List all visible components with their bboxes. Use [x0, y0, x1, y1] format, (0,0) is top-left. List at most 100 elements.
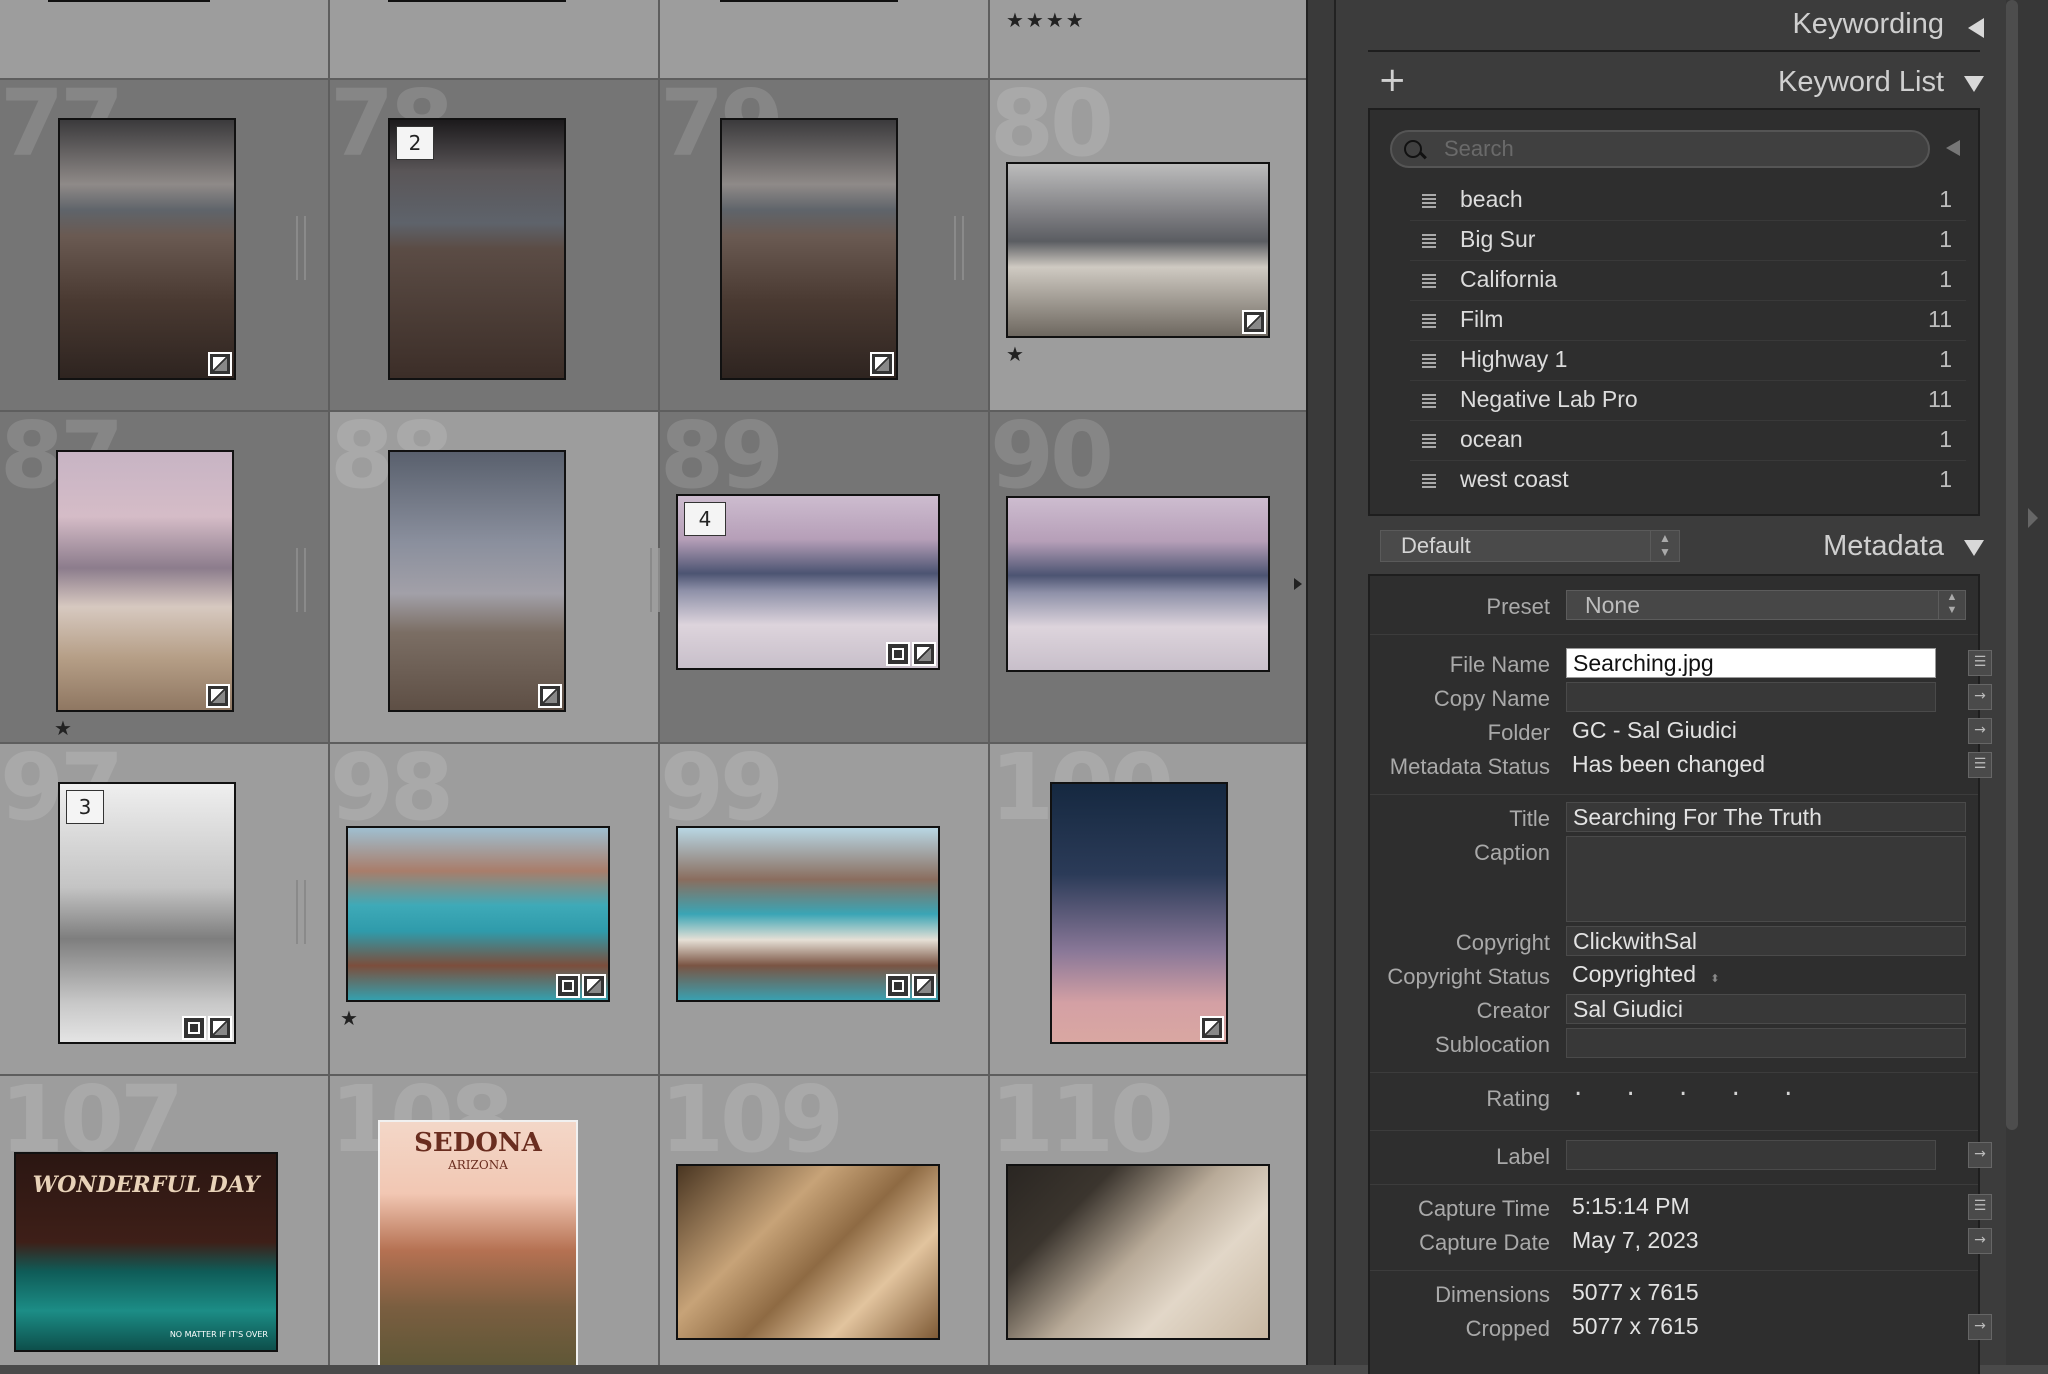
search-icon[interactable] [1404, 140, 1422, 158]
file-name-input[interactable]: Searching.jpg [1566, 648, 1936, 678]
grid-cell[interactable] [330, 0, 660, 80]
grid-cell-110[interactable]: 110 [990, 1066, 1306, 1365]
resize-handle[interactable] [650, 548, 660, 612]
thumbnail[interactable] [48, 0, 210, 2]
grid-cell-108[interactable]: 108 SEDONA ARIZONA [330, 1066, 660, 1365]
thumbnail[interactable] [1006, 162, 1270, 338]
copyright-status-select[interactable]: Copyrighted ⬍ [1566, 960, 1966, 990]
go-to-arrow-button[interactable]: → [1968, 1314, 1992, 1340]
grid-cell-87[interactable]: 87 ★ [0, 402, 330, 744]
collapse-search-icon[interactable] [1946, 140, 1960, 156]
list-action-button[interactable]: ☰ [1968, 650, 1992, 676]
rating-control[interactable]: . . . . . [1574, 1072, 1810, 1102]
thumbnail[interactable] [1006, 496, 1270, 672]
thumbnail[interactable] [58, 118, 236, 380]
grid-cell[interactable]: ★★★★ [990, 0, 1306, 80]
thumbnail[interactable] [720, 118, 898, 380]
grid-cell[interactable] [0, 0, 330, 80]
develop-adjust-icon[interactable] [538, 684, 562, 708]
list-action-button[interactable]: ☰ [1968, 752, 1992, 778]
grid-cell-97[interactable]: 97 3 [0, 734, 330, 1076]
develop-adjust-icon[interactable] [912, 974, 936, 998]
grid-cell-79[interactable]: 79 [660, 70, 990, 412]
grid-cell-89[interactable]: 89 4 [650, 402, 990, 744]
grid-cell-90[interactable]: 90 [990, 402, 1306, 744]
develop-adjust-icon[interactable] [912, 642, 936, 666]
keyword-row[interactable]: ocean 1 [1410, 420, 1966, 461]
keywording-header[interactable]: Keywording [1336, 4, 2006, 48]
thumbnail[interactable]: SEDONA ARIZONA [378, 1120, 578, 1365]
keyword-row[interactable]: Negative Lab Pro 11 [1410, 380, 1966, 421]
stack-count-badge[interactable]: 4 [684, 502, 726, 536]
keyword-search-input[interactable]: Search [1390, 130, 1930, 168]
add-keyword-button[interactable]: + [1378, 60, 1407, 100]
develop-adjust-icon[interactable] [206, 684, 230, 708]
grid-cell-100[interactable]: 100 [990, 734, 1306, 1076]
develop-adjust-icon[interactable] [208, 1016, 232, 1040]
crop-icon[interactable] [182, 1016, 206, 1040]
go-to-arrow-button[interactable]: → [1968, 1228, 1992, 1254]
creator-field[interactable]: Sal Giudici [1566, 994, 1966, 1024]
stack-count-badge[interactable]: 2 [396, 126, 434, 160]
develop-adjust-icon[interactable] [1200, 1016, 1224, 1040]
grid-cell-107[interactable]: 107 WONDERFUL DAY NO MATTER IF IT'S OVER [0, 1066, 330, 1365]
keyword-row[interactable]: Film 11 [1410, 300, 1966, 341]
go-to-arrow-button[interactable]: → [1968, 718, 1992, 744]
develop-adjust-icon[interactable] [870, 352, 894, 376]
thumbnail[interactable] [346, 826, 610, 1002]
resize-handle[interactable] [954, 216, 964, 280]
caption-field[interactable] [1566, 836, 1966, 922]
sublocation-field[interactable] [1566, 1028, 1966, 1058]
panel-scrollbar[interactable] [2006, 0, 2048, 1365]
thumbnail-grid[interactable]: ★★★★ 77 78 2 79 80 ★ 87 ★ [0, 0, 1306, 1365]
grid-cell-109[interactable]: 109 [660, 1066, 990, 1365]
keyword-row[interactable]: California 1 [1410, 260, 1966, 301]
crop-icon[interactable] [556, 974, 580, 998]
title-field[interactable]: Searching For The Truth [1566, 802, 1966, 832]
resize-handle[interactable] [296, 216, 306, 280]
label-field[interactable] [1566, 1140, 1936, 1170]
expand-down-icon[interactable] [1964, 76, 1984, 92]
grid-cell-78[interactable]: 78 2 [330, 70, 660, 412]
keyword-row[interactable]: Big Sur 1 [1410, 220, 1966, 261]
thumbnail[interactable] [676, 1164, 940, 1340]
panel-divider[interactable] [1306, 0, 1336, 1365]
collapse-left-icon[interactable] [1968, 18, 1984, 38]
grid-cell-80[interactable]: 80 ★ [990, 70, 1306, 412]
scrollbar-thumb[interactable] [2006, 0, 2018, 1130]
keyword-row[interactable]: Highway 1 1 [1410, 340, 1966, 381]
keyword-row[interactable]: west coast 1 [1410, 460, 1966, 500]
crop-icon[interactable] [886, 642, 910, 666]
stack-count-badge[interactable]: 3 [66, 790, 104, 824]
keyword-row[interactable]: beach 1 [1410, 180, 1966, 221]
thumbnail[interactable]: 2 [388, 118, 566, 380]
crop-icon[interactable] [886, 974, 910, 998]
grid-cell-99[interactable]: 99 [660, 734, 990, 1076]
thumbnail[interactable]: 3 [58, 782, 236, 1044]
go-to-arrow-button[interactable]: → [1968, 684, 1992, 710]
copy-name-field[interactable] [1566, 682, 1936, 712]
resize-handle[interactable] [296, 548, 306, 612]
grid-cell[interactable] [660, 0, 990, 80]
resize-handle[interactable] [296, 880, 306, 944]
preset-select[interactable]: None ▲ ▼ [1566, 590, 1966, 620]
list-action-button[interactable]: ☰ [1968, 1194, 1992, 1220]
metadata-header[interactable]: Metadata [1336, 528, 2006, 568]
copyright-field[interactable]: ClickwithSal [1566, 926, 1966, 956]
keyword-list-header[interactable]: + Keyword List [1336, 60, 2006, 106]
develop-adjust-icon[interactable] [1242, 310, 1266, 334]
develop-adjust-icon[interactable] [582, 974, 606, 998]
thumbnail[interactable] [56, 450, 234, 712]
thumbnail[interactable] [1050, 782, 1228, 1044]
grid-cell-98[interactable]: 98 ★ [330, 734, 660, 1076]
thumbnail[interactable]: WONDERFUL DAY NO MATTER IF IT'S OVER [14, 1152, 278, 1352]
grid-cell-88[interactable]: 88 [330, 402, 660, 744]
grid-cell-77[interactable]: 77 [0, 70, 330, 412]
thumbnail[interactable] [388, 0, 566, 2]
next-arrow-icon[interactable] [1294, 578, 1302, 590]
expand-down-icon[interactable] [1964, 540, 1984, 556]
go-to-arrow-button[interactable]: → [1968, 1142, 1992, 1168]
thumbnail[interactable] [720, 0, 898, 2]
develop-adjust-icon[interactable] [208, 352, 232, 376]
thumbnail[interactable] [1006, 1164, 1270, 1340]
